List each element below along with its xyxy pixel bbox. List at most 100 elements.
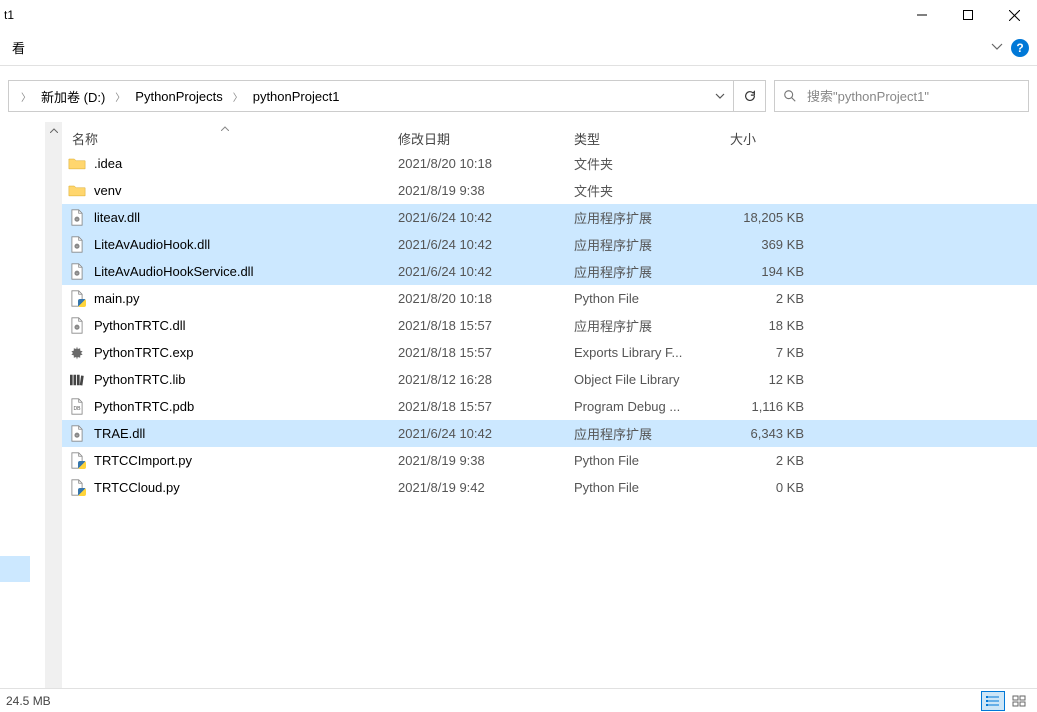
nav-selected-item[interactable] — [0, 556, 30, 582]
ribbon-collapse-icon[interactable] — [991, 42, 1003, 54]
py-icon — [68, 290, 86, 308]
refresh-button[interactable] — [734, 80, 766, 112]
folder-icon — [68, 155, 86, 173]
table-row[interactable]: PythonTRTC.exp 2021/8/18 15:57Exports Lib… — [62, 339, 1037, 366]
file-type: 应用程序扩展 — [564, 262, 720, 281]
file-name: liteav.dll — [94, 210, 140, 225]
table-row[interactable]: LiteAvAudioHookService.dll 2021/6/24 10:4… — [62, 258, 1037, 285]
file-date: 2021/8/18 15:57 — [388, 318, 564, 333]
file-size: 369 KB — [720, 237, 810, 252]
table-row[interactable]: PythonTRTC.dll2021/8/18 15:57应用程序扩展18 KB — [62, 312, 1037, 339]
file-name: PythonTRTC.lib — [94, 372, 186, 387]
search-box[interactable] — [774, 80, 1029, 112]
chevron-right-icon[interactable]: 〉 — [227, 89, 249, 104]
file-date: 2021/8/19 9:42 — [388, 480, 564, 495]
file-date: 2021/8/12 16:28 — [388, 372, 564, 387]
status-bar: 24.5 MB — [0, 688, 1037, 712]
py-icon — [68, 479, 86, 497]
dll-icon — [68, 425, 86, 443]
dll-icon — [68, 236, 86, 254]
window-title: t1 — [4, 8, 14, 22]
svg-text:DB: DB — [73, 406, 81, 412]
file-size: 194 KB — [720, 264, 810, 279]
file-date: 2021/8/18 15:57 — [388, 345, 564, 360]
file-type: 文件夹 — [564, 181, 720, 200]
file-size: 12 KB — [720, 372, 810, 387]
file-type: 文件夹 — [564, 154, 720, 173]
folder-icon — [68, 182, 86, 200]
file-size: 0 KB — [720, 480, 810, 495]
file-name: LiteAvAudioHookService.dll — [94, 264, 253, 279]
breadcrumb-segment[interactable]: PythonProjects — [131, 81, 226, 111]
table-row[interactable]: PythonTRTC.lib 2021/8/12 16:28Object File… — [62, 366, 1037, 393]
file-size: 7 KB — [720, 345, 810, 360]
navigation-pane[interactable] — [0, 122, 62, 704]
file-type: Python File — [564, 453, 720, 468]
scroll-up-icon[interactable] — [45, 122, 62, 139]
ribbon-tab-view[interactable]: 看 — [4, 34, 33, 61]
file-name: LiteAvAudioHook.dll — [94, 237, 210, 252]
file-name: PythonTRTC.pdb — [94, 399, 194, 414]
sort-ascending-icon — [221, 123, 229, 133]
file-name: TRTCCloud.py — [94, 480, 180, 495]
address-bar[interactable]: 〉 新加卷 (D:) 〉 PythonProjects 〉 pythonProj… — [8, 80, 734, 112]
file-type: 应用程序扩展 — [564, 316, 720, 335]
table-row[interactable]: DBPythonTRTC.pdb2021/8/18 15:57Program D… — [62, 393, 1037, 420]
file-date: 2021/8/20 10:18 — [388, 156, 564, 171]
file-size: 6,343 KB — [720, 426, 810, 441]
thumbnails-view-button[interactable] — [1007, 691, 1031, 711]
maximize-button[interactable] — [945, 0, 991, 30]
breadcrumb-segment[interactable]: pythonProject1 — [249, 81, 344, 111]
file-name: venv — [94, 183, 121, 198]
file-name: main.py — [94, 291, 140, 306]
chevron-right-icon[interactable]: 〉 — [15, 89, 37, 104]
search-icon — [783, 89, 797, 103]
gear-icon — [68, 344, 86, 362]
table-row[interactable]: LiteAvAudioHook.dll2021/6/24 10:42应用程序扩展… — [62, 231, 1037, 258]
file-type: 应用程序扩展 — [564, 235, 720, 254]
file-type: Exports Library F... — [564, 345, 720, 360]
file-size: 18 KB — [720, 318, 810, 333]
file-size: 2 KB — [720, 291, 810, 306]
py-icon — [68, 452, 86, 470]
file-date: 2021/8/20 10:18 — [388, 291, 564, 306]
file-name: TRAE.dll — [94, 426, 145, 441]
dll-icon — [68, 263, 86, 281]
column-headers: 名称 修改日期 类型 大小 — [62, 122, 1037, 150]
file-date: 2021/8/19 9:38 — [388, 183, 564, 198]
pdb-icon: DB — [68, 398, 86, 416]
file-size: 18,205 KB — [720, 210, 810, 225]
file-type: Python File — [564, 480, 720, 495]
table-row[interactable]: TRAE.dll2021/6/24 10:42应用程序扩展6,343 KB — [62, 420, 1037, 447]
details-view-button[interactable] — [981, 691, 1005, 711]
file-type: 应用程序扩展 — [564, 424, 720, 443]
table-row[interactable]: venv 2021/8/19 9:38文件夹 — [62, 177, 1037, 204]
table-row[interactable]: .idea2021/8/20 10:18文件夹 — [62, 150, 1037, 177]
search-input[interactable] — [805, 88, 1020, 105]
nav-scrollbar[interactable] — [45, 122, 62, 704]
table-row[interactable]: main.py2021/8/20 10:18Python File2 KB — [62, 285, 1037, 312]
minimize-button[interactable] — [899, 0, 945, 30]
table-row[interactable]: TRTCCImport.py2021/8/19 9:38Python File2… — [62, 447, 1037, 474]
file-date: 2021/8/19 9:38 — [388, 453, 564, 468]
file-size: 1,116 KB — [720, 399, 810, 414]
column-header-size[interactable]: 大小 — [720, 129, 810, 148]
file-type: 应用程序扩展 — [564, 208, 720, 227]
column-header-type[interactable]: 类型 — [564, 129, 720, 148]
chevron-right-icon[interactable]: 〉 — [109, 89, 131, 104]
table-row[interactable]: TRTCCloud.py 2021/8/19 9:42Python File0 K… — [62, 474, 1037, 501]
file-name: PythonTRTC.exp — [94, 345, 193, 360]
address-dropdown-icon[interactable] — [705, 81, 733, 111]
file-date: 2021/6/24 10:42 — [388, 264, 564, 279]
file-type: Program Debug ... — [564, 399, 720, 414]
lib-icon — [68, 371, 86, 389]
table-row[interactable]: liteav.dll2021/6/24 10:42应用程序扩展18,205 KB — [62, 204, 1037, 231]
help-icon[interactable]: ? — [1011, 39, 1029, 57]
column-header-date[interactable]: 修改日期 — [388, 129, 564, 148]
file-size: 2 KB — [720, 453, 810, 468]
column-header-name[interactable]: 名称 — [62, 129, 388, 148]
file-type: Object File Library — [564, 372, 720, 387]
close-button[interactable] — [991, 0, 1037, 30]
status-selection-size: 24.5 MB — [6, 694, 51, 708]
breadcrumb-segment[interactable]: 新加卷 (D:) — [37, 81, 109, 111]
